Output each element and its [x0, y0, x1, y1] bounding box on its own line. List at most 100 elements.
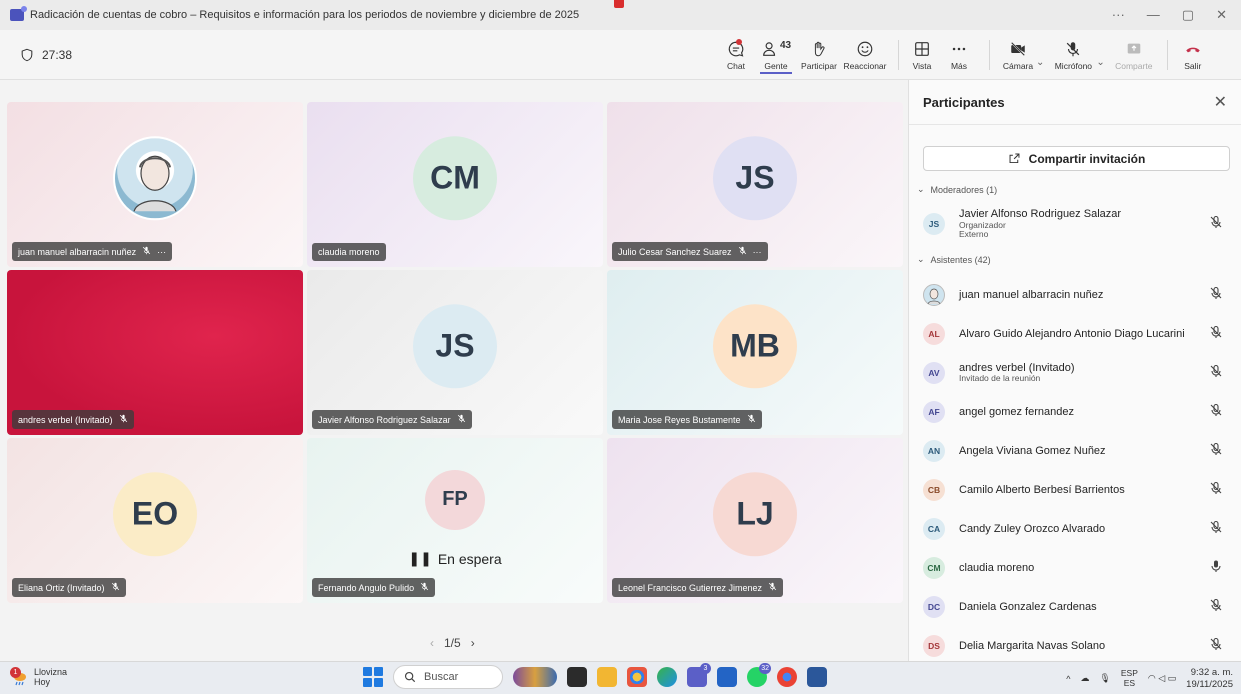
participant-row[interactable]: CM claudia moreno: [923, 552, 1229, 584]
people-button[interactable]: 43 Gente: [754, 30, 798, 80]
attendees-section-toggle[interactable]: ⌄ Asistentes (42): [917, 254, 991, 265]
toolbar-divider: [1166, 40, 1168, 70]
mic-tray-icon[interactable]: 🎙: [1099, 673, 1110, 684]
store-icon[interactable]: [717, 667, 737, 687]
video-tile[interactable]: MB Maria Jose Reyes Bustamente: [607, 270, 903, 435]
participant-name-tag: Julio Cesar Sanchez Suarez ···: [612, 242, 768, 261]
task-view-icon[interactable]: [567, 667, 587, 687]
participant-name: claudia moreno: [959, 561, 1035, 574]
share-button[interactable]: Comparte: [1109, 30, 1159, 80]
edge-browser-icon[interactable]: [657, 667, 677, 687]
participant-avatar: AN: [923, 440, 945, 462]
video-tile[interactable]: FP ❚❚ En espera Fernando Angulo Pulido: [307, 438, 603, 603]
video-tile[interactable]: LJ Leonel Francisco Gutierrez Jimenez: [607, 438, 903, 603]
participant-row[interactable]: AN Angela Viviana Gomez Nuñez: [923, 435, 1229, 467]
window-maximize-button[interactable]: ▢: [1182, 7, 1194, 23]
mic-off-icon: [1209, 598, 1229, 617]
people-label: Gente: [764, 60, 788, 71]
video-tile[interactable]: juan manuel albarracin nuñez ···: [7, 102, 303, 267]
meeting-toolbar: 27:38 Chat 43 Gente Participar Reacciona…: [0, 30, 1241, 80]
share-invite-button[interactable]: Compartir invitación: [923, 146, 1230, 171]
more-options-button[interactable]: ···: [157, 247, 166, 257]
more-options-button[interactable]: ···: [753, 247, 762, 257]
mic-off-icon: [747, 414, 756, 425]
raise-hand-button[interactable]: Participar: [798, 30, 840, 80]
rain-cloud-icon: 1: [10, 667, 28, 687]
participant-name: juan manuel albarracin nuñez: [959, 288, 1104, 301]
camera-button[interactable]: Cámara: [998, 30, 1038, 80]
cloud-sync-icon[interactable]: ☁: [1080, 673, 1089, 684]
taskbar-search[interactable]: Buscar: [393, 665, 503, 689]
search-icon: [404, 671, 416, 683]
panel-title: Participantes: [923, 94, 1005, 110]
participant-row[interactable]: DC Daniela Gonzalez Cardenas: [923, 591, 1229, 623]
view-button[interactable]: Vista: [907, 30, 937, 80]
avatar-initials: LJ: [713, 471, 797, 556]
window-close-button[interactable]: ✕: [1216, 7, 1227, 23]
participant-avatar: AF: [923, 401, 945, 423]
window-title: Radicación de cuentas de cobro – Requisi…: [30, 9, 580, 21]
weather-widget[interactable]: 1 Llovizna Hoy: [10, 667, 160, 688]
participant-row[interactable]: juan manuel albarracin nuñez: [923, 279, 1229, 311]
word-icon[interactable]: [807, 667, 827, 687]
video-tile[interactable]: JS Julio Cesar Sanchez Suarez ···: [607, 102, 903, 267]
participant-row[interactable]: AF angel gomez fernandez: [923, 396, 1229, 428]
react-button[interactable]: Reaccionar: [840, 30, 890, 80]
pager-next-button[interactable]: ›: [471, 636, 475, 650]
panel-close-button[interactable]: ✕: [1214, 92, 1227, 112]
video-tile[interactable]: JS Javier Alfonso Rodriguez Salazar: [307, 270, 603, 435]
video-tile[interactable]: EO Eliana Ortiz (Invitado): [7, 438, 303, 603]
teams-app-icon: [10, 6, 27, 21]
shield-icon: [21, 48, 33, 61]
language-indicator[interactable]: ESP ES: [1121, 668, 1138, 688]
camera-label: Cámara: [1002, 60, 1034, 71]
clock-date: 19/11/2025: [1186, 678, 1233, 690]
search-placeholder: Buscar: [424, 671, 459, 683]
widgets-news-icon[interactable]: [513, 667, 557, 687]
mic-off-icon: [1209, 637, 1229, 656]
participant-info: angel gomez fernandez: [959, 406, 1209, 419]
chrome-icon[interactable]: [777, 667, 797, 687]
photos-icon[interactable]: [627, 667, 647, 687]
wifi-volume-battery-icon[interactable]: ◠ ◁ ▭: [1148, 673, 1176, 684]
more-button[interactable]: Más: [937, 30, 981, 80]
mic-on-icon: [1209, 559, 1229, 578]
file-explorer-icon[interactable]: [597, 667, 617, 687]
mic-off-icon: [142, 246, 151, 257]
participant-row[interactable]: DS Delia Margarita Navas Solano: [923, 630, 1229, 662]
mic-off-icon: [1209, 364, 1229, 383]
window-more-button[interactable]: ···: [1112, 7, 1125, 23]
pager-prev-button[interactable]: ‹: [430, 636, 434, 650]
mic-off-icon: [1209, 481, 1229, 500]
clock[interactable]: 9:32 a. m. 19/11/2025: [1186, 667, 1233, 690]
participant-row[interactable]: CB Camilo Alberto Berbesí Barrientos: [923, 474, 1229, 506]
mic-off-icon: [768, 582, 777, 593]
avatar-initials: FP: [425, 469, 485, 530]
whatsapp-icon[interactable]: 32: [747, 663, 771, 687]
participant-row[interactable]: JS Javier Alfonso Rodriguez Salazar Organi…: [923, 208, 1229, 240]
participant-avatar: CA: [923, 518, 945, 540]
grid-view-icon: [915, 41, 929, 56]
chevron-up-icon[interactable]: ^: [1066, 674, 1070, 684]
mic-off-icon: [1209, 520, 1229, 539]
mic-off-icon: [738, 246, 747, 257]
video-tile[interactable]: CM claudia moreno: [307, 102, 603, 267]
video-tile[interactable]: andres verbel (Invitado): [7, 270, 303, 435]
participant-name-tag: claudia moreno: [312, 243, 386, 261]
chat-button[interactable]: Chat: [718, 30, 754, 80]
teams-icon[interactable]: 3: [687, 663, 711, 687]
lang-bottom: ES: [1123, 677, 1136, 688]
leave-button[interactable]: Salir: [1176, 30, 1210, 80]
moderators-section-toggle[interactable]: ⌄ Moderadores (1): [917, 184, 997, 195]
teams-badge: 3: [700, 663, 711, 674]
participant-row[interactable]: CA Candy Zuley Orozco Alvarado: [923, 513, 1229, 545]
participant-row[interactable]: AL Alvaro Guido Alejandro Antonio Diago L…: [923, 318, 1229, 350]
avatar-initials: CM: [413, 135, 497, 220]
participant-row[interactable]: AV andres verbel (Invitado) Invitado de la…: [923, 357, 1229, 389]
mic-button[interactable]: Micrófono: [1048, 30, 1098, 80]
attendees-header: Asistentes (42): [930, 254, 991, 265]
mic-off-icon: [1209, 325, 1229, 344]
windows-start-icon[interactable]: [363, 667, 383, 687]
window-minimize-button[interactable]: —: [1147, 7, 1160, 23]
participant-name: Javier Alfonso Rodriguez Salazar: [959, 207, 1122, 220]
